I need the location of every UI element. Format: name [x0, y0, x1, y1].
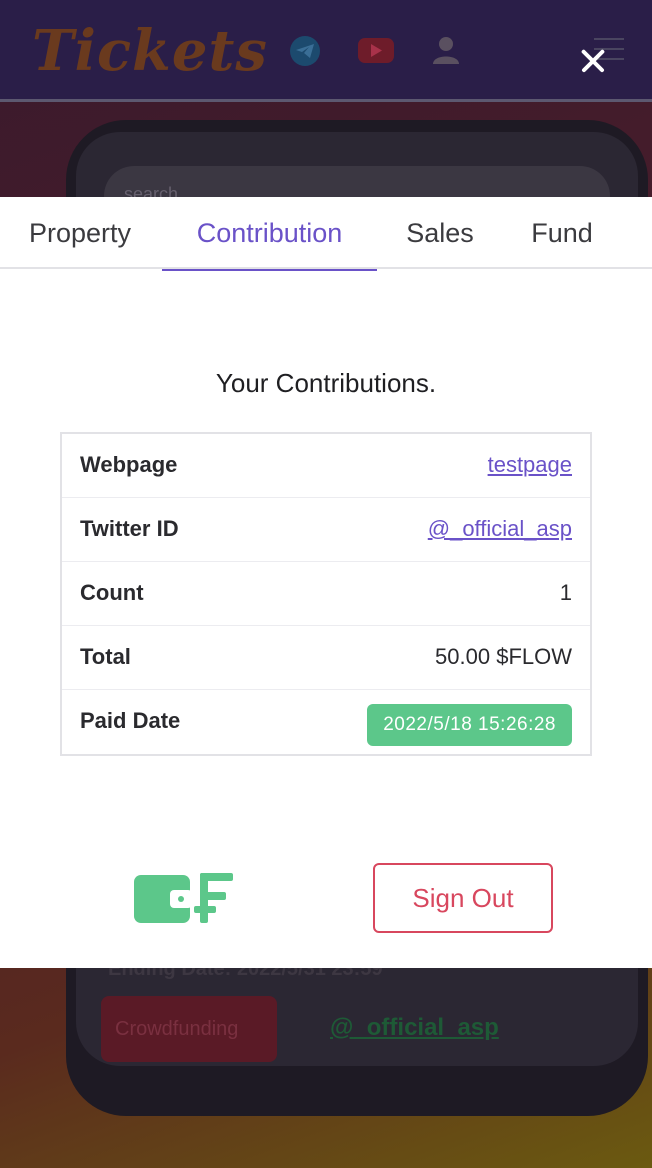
webpage-link[interactable]: testpage [488, 452, 572, 478]
telegram-icon [290, 36, 320, 66]
table-row: Twitter ID @_official_asp [62, 498, 590, 562]
row-label: Count [80, 580, 144, 605]
tab-bar: Property Contribution Sales Fund [0, 197, 652, 271]
flow-wallet-icon[interactable] [134, 873, 234, 925]
tab-fund[interactable]: Fund [512, 197, 612, 269]
site-logo: Tickets [32, 18, 268, 84]
contributions-heading: Your Contributions. [215, 368, 437, 398]
total-value: 50.00 $FLOW [435, 644, 572, 669]
close-icon[interactable] [576, 44, 610, 78]
paid-date-badge: 2022/5/18 15:26:28 [367, 704, 572, 746]
row-label: Paid Date [80, 708, 181, 733]
user-icon [430, 34, 462, 66]
tab-contribution[interactable]: Contribution [162, 197, 377, 271]
account-modal: Property Contribution Sales Fund Your Co… [0, 197, 652, 968]
tab-sales[interactable]: Sales [390, 197, 490, 269]
tab-property[interactable]: Property [0, 197, 160, 269]
youtube-icon [358, 38, 394, 63]
row-label: Webpage [80, 452, 178, 477]
background-crowdfunding-button: Crowdfunding [101, 996, 277, 1062]
row-label: Twitter ID [80, 516, 179, 541]
twitter-id-link[interactable]: @_official_asp [428, 516, 572, 542]
row-label: Total [80, 644, 131, 669]
count-value: 1 [559, 580, 572, 605]
table-row: Paid Date 2022/5/18 15:26:28 [62, 690, 590, 754]
table-row: Total 50.00 $FLOW [62, 626, 590, 690]
contributions-table: Webpage testpage Twitter ID @_official_a… [60, 432, 592, 756]
table-row: Count 1 [62, 562, 590, 626]
table-row: Webpage testpage [62, 434, 590, 498]
background-header: Tickets [0, 0, 652, 102]
background-creator-link: @_official_asp [330, 1014, 499, 1041]
sign-out-button[interactable]: Sign Out [373, 863, 553, 933]
